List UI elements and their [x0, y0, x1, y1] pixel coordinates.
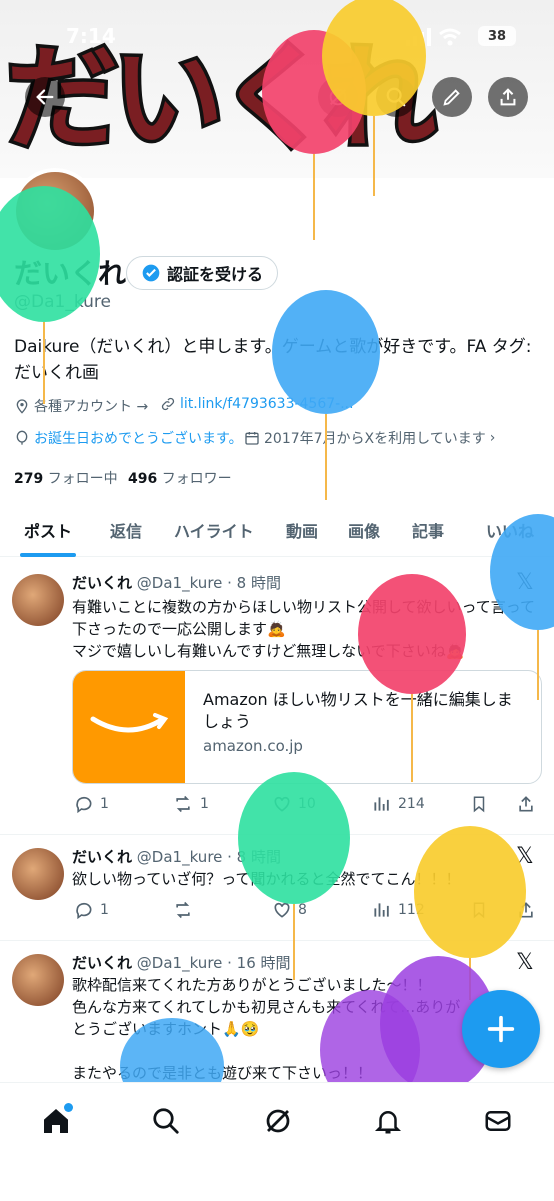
plus-icon: [487, 1015, 515, 1043]
nav-home[interactable]: [36, 1101, 76, 1141]
search-icon: [153, 1108, 179, 1134]
notification-dot: [64, 1103, 73, 1112]
balloon-green: [238, 772, 350, 980]
balloon-yellow: [322, 0, 426, 196]
nav-grok[interactable]: [258, 1101, 298, 1141]
balloon-green: [0, 186, 100, 404]
grok-icon: [266, 1109, 290, 1133]
balloon-red: [358, 574, 466, 782]
nav-search[interactable]: [146, 1101, 186, 1141]
nav-messages[interactable]: [478, 1101, 518, 1141]
balloon-blue: [490, 514, 554, 700]
mail-icon: [485, 1111, 511, 1131]
nav-notifications[interactable]: [368, 1101, 408, 1141]
compose-button[interactable]: [462, 990, 540, 1068]
balloon-blue: [272, 290, 380, 500]
bell-icon: [374, 1111, 402, 1134]
bottom-navigation: [0, 1082, 554, 1201]
